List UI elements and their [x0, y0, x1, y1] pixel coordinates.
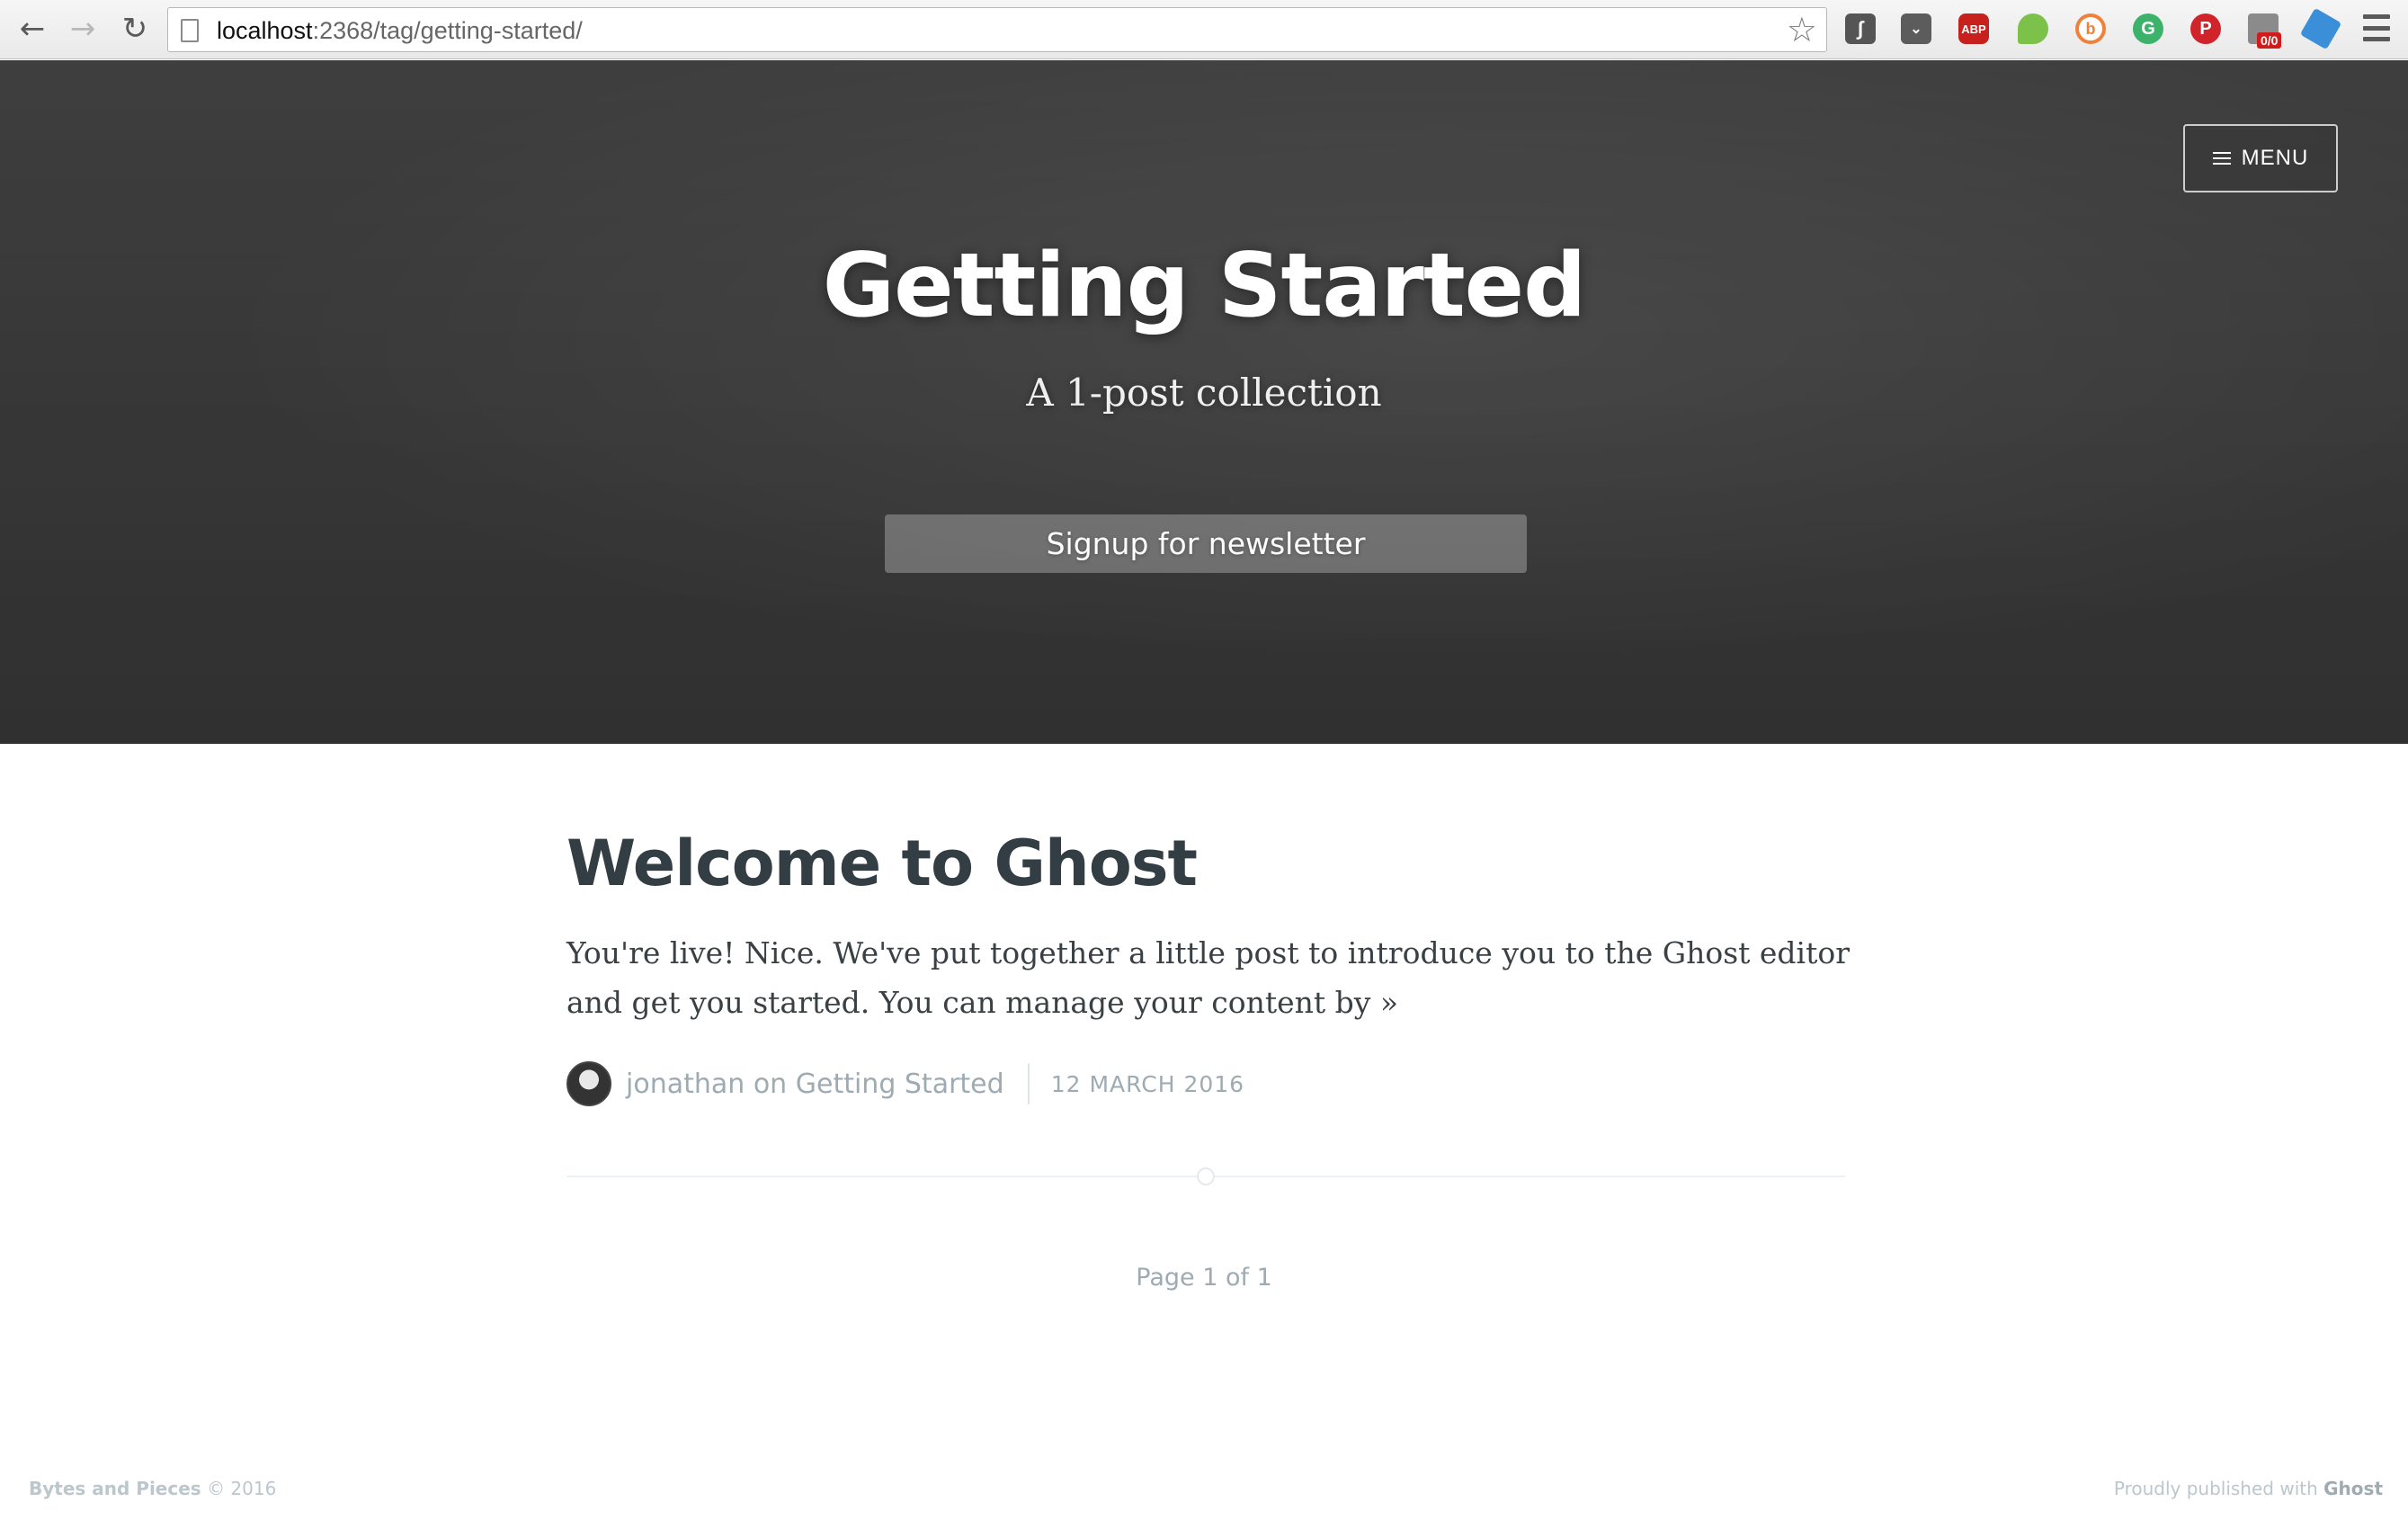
evernote-extension-icon[interactable] [2018, 13, 2048, 44]
browser-toolbar: ← → ↻ localhost:2368/tag/getting-started… [0, 0, 2408, 59]
post-excerpt-text[interactable]: You're live! Nice. We've put together a … [566, 935, 1850, 1020]
site-footer-poweredby: Proudly published with Ghost [2114, 1478, 2383, 1499]
tag-subtitle: A 1-post collection [1026, 371, 1382, 415]
post-title-link[interactable]: Welcome to Ghost [566, 829, 1198, 899]
adblock-extension-icon[interactable]: ABP [1958, 13, 1989, 44]
author-link[interactable]: jonathan [626, 1069, 745, 1100]
forward-arrow-icon[interactable]: → [63, 11, 103, 47]
blogger-extension-icon[interactable]: b [2075, 13, 2106, 44]
post-date: 12 MARCH 2016 [1050, 1070, 1245, 1097]
pagination: Page 1 of 1 [0, 1264, 2408, 1292]
tag-title: Getting Started [822, 235, 1587, 337]
hamburger-icon [2212, 152, 2231, 165]
newsletter-signup-button[interactable]: Signup for newsletter [885, 514, 1527, 573]
post-author-line: jonathan on Getting Started [626, 1069, 1004, 1100]
extension-badge: 0/0 [2257, 32, 2282, 49]
back-arrow-icon[interactable]: ← [13, 11, 52, 47]
grammarly-extension-icon[interactable]: G [2133, 13, 2163, 44]
footer-copyright: © 2016 [207, 1478, 277, 1499]
post-meta: jonathan on Getting Started 12 MARCH 201… [566, 1061, 1244, 1106]
pinterest-extension-icon[interactable]: P [2190, 13, 2221, 44]
menu-label: MENU [2241, 146, 2309, 170]
bookmark-star-icon[interactable]: ☆ [1787, 12, 1817, 48]
browser-menu-icon[interactable] [2363, 14, 2390, 41]
lastpass-extension-icon[interactable]: ∫ [1845, 13, 1876, 44]
footer-published-prefix: Proudly published with [2113, 1478, 2318, 1499]
meta-divider [1027, 1063, 1030, 1104]
pushpin-extension-icon[interactable] [2299, 7, 2342, 50]
separator-dot [1197, 1167, 1215, 1185]
page-number: Page 1 of 1 [1136, 1264, 1272, 1292]
url-path: :2368/tag/getting-started/ [312, 17, 583, 44]
menu-button[interactable]: MENU [2183, 124, 2338, 192]
reload-icon[interactable]: ↻ [115, 11, 155, 47]
author-avatar[interactable] [566, 1061, 611, 1106]
tag-link[interactable]: Getting Started [796, 1069, 1004, 1100]
address-bar[interactable]: localhost:2368/tag/getting-started/ ☆ [167, 7, 1827, 52]
post-excerpt: You're live! Nice. We've put together a … [566, 928, 1852, 1027]
site-footer-copyright: Bytes and Pieces © 2016 [29, 1478, 276, 1499]
url-text[interactable]: localhost:2368/tag/getting-started/ [217, 17, 583, 45]
page-icon [181, 19, 199, 42]
tag-cover-header: MENU Getting Started A 1-post collection… [0, 60, 2408, 744]
footer-site-link[interactable]: Bytes and Pieces [29, 1478, 201, 1499]
author-tag-joiner: on [753, 1068, 788, 1100]
footer-ghost-link[interactable]: Ghost [2323, 1478, 2383, 1499]
url-host: localhost [217, 17, 313, 44]
pocket-extension-icon[interactable]: ⌄ [1901, 13, 1931, 44]
